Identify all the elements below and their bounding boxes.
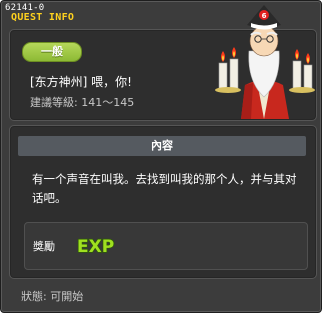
quest-description: 有一个声音在叫我。去找到叫我的那个人，并与其对话吧。 — [32, 172, 297, 205]
npc-portrait-icon: 6 — [211, 1, 317, 121]
quest-title: [东方神州] 喂，你! — [30, 75, 132, 89]
reward-box: 獎勵 EXP — [24, 222, 308, 270]
exp-icon: EXP — [75, 232, 115, 262]
quest-category-badge: 一般 — [22, 42, 82, 62]
quest-status: 狀態: 可開始 — [21, 290, 84, 303]
reward-label: 獎勵 — [33, 240, 55, 253]
quest-content-panel: 內容 有一个声音在叫我。去找到叫我的那个人，并与其对话吧。 獎勵 EXP — [9, 125, 317, 279]
window-title: QUEST INFO — [11, 12, 75, 23]
quest-info-window: 62141-0 QUEST INFO 一般 [东方神州] 喂，你! 建議等級: … — [0, 0, 322, 313]
quest-recommended-level: 建議等級: 141～145 — [30, 96, 135, 109]
svg-text:6: 6 — [262, 12, 267, 20]
exp-icon-text: EXP — [77, 237, 114, 257]
content-section-header: 內容 — [18, 136, 306, 156]
